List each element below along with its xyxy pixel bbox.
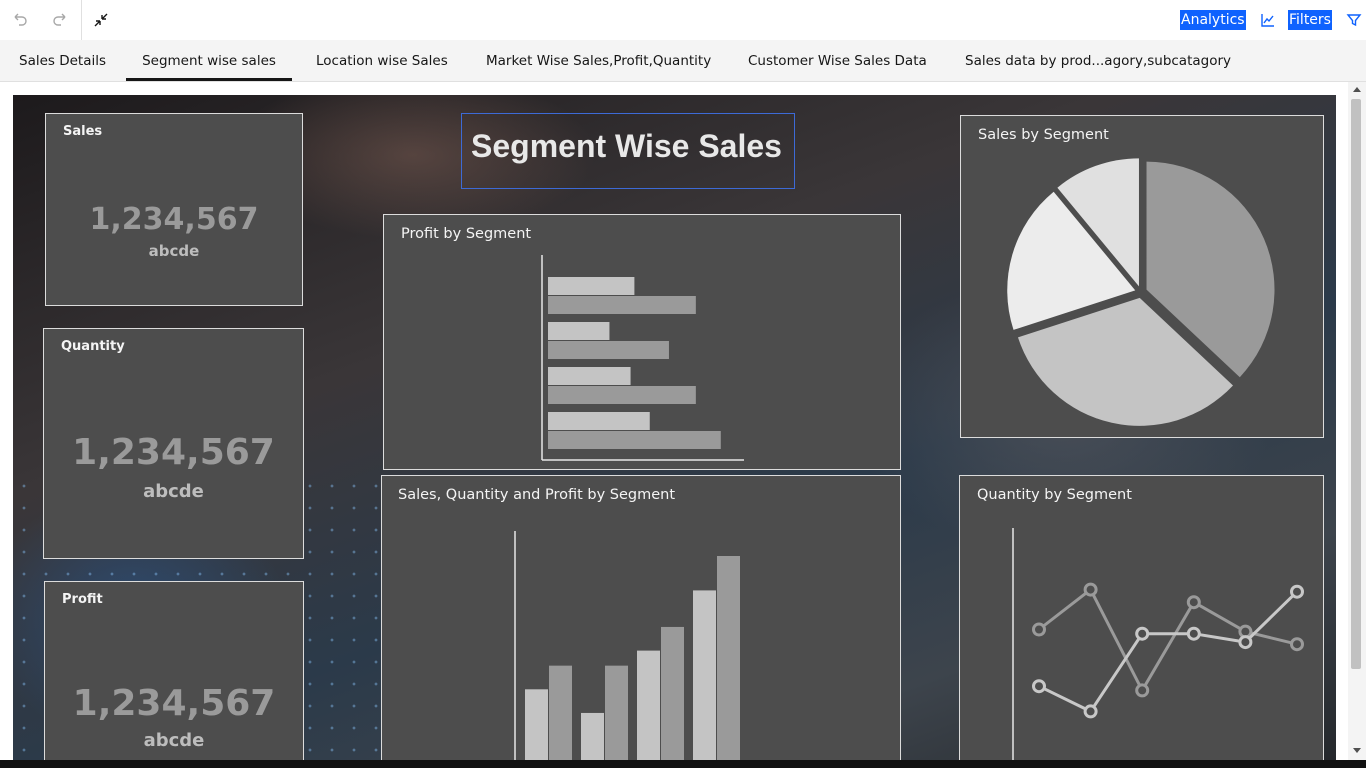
scroll-down-icon[interactable] xyxy=(1348,744,1366,758)
tab-sales-by-product[interactable]: Sales data by prod...agory,subcatagory xyxy=(946,40,1250,81)
bar xyxy=(661,626,684,760)
series-line xyxy=(1038,587,1298,694)
tab-label: Segment wise sales xyxy=(142,52,276,69)
bar xyxy=(548,412,650,430)
tab-label: Sales data by prod...agory,subcatagory xyxy=(965,52,1232,69)
chart-line-icon xyxy=(1260,14,1274,27)
kpi-sub: abcde xyxy=(148,242,200,260)
kpi-value: 1,234,567 xyxy=(89,202,259,237)
quantity-by-segment-chart[interactable]: Quantity by Segment xyxy=(959,475,1324,760)
analytics-button[interactable]: Analytics xyxy=(1180,10,1276,30)
bar xyxy=(605,665,628,760)
collapse-icon[interactable] xyxy=(89,8,113,32)
sales-by-segment-chart[interactable]: Sales by Segment xyxy=(960,115,1324,438)
kpi-sales-card[interactable]: Sales 1,234,567 abcde xyxy=(45,113,303,306)
tab-sales-details[interactable]: Sales Details xyxy=(0,40,125,81)
profit-bar-svg xyxy=(541,255,744,461)
data-point xyxy=(1186,626,1201,641)
bar xyxy=(525,689,548,760)
data-point xyxy=(1083,704,1098,719)
bar xyxy=(549,665,572,760)
bar xyxy=(548,367,631,385)
quantity-line-svg xyxy=(1012,528,1304,760)
data-point xyxy=(1186,595,1201,610)
bar xyxy=(548,296,696,314)
sales-pie-svg xyxy=(1007,158,1275,426)
dashboard-canvas: Sales 1,234,567 abcde Quantity 1,234,567… xyxy=(13,95,1336,760)
kpi-title: Quantity xyxy=(61,339,125,354)
page-title: Segment Wise Sales xyxy=(471,128,782,164)
bar xyxy=(548,277,635,295)
scroll-thumb[interactable] xyxy=(1351,99,1361,669)
scroll-up-icon[interactable] xyxy=(1348,82,1366,96)
bar xyxy=(693,590,716,760)
kpi-value: 1,234,567 xyxy=(72,683,276,724)
tab-label: Location wise Sales xyxy=(316,52,448,69)
top-toolbar: Analytics Filters xyxy=(0,0,1366,40)
kpi-sub: abcde xyxy=(143,730,205,751)
tab-market-wise-sales[interactable]: Market Wise Sales,Profit,Quantity xyxy=(467,40,730,81)
data-point xyxy=(1083,582,1098,597)
kpi-quantity-card[interactable]: Quantity 1,234,567 abcde xyxy=(43,328,304,559)
kpi-title: Profit xyxy=(62,592,103,607)
undo-icon[interactable] xyxy=(8,8,32,32)
tab-customer-wise-sales[interactable]: Customer Wise Sales Data xyxy=(729,40,946,81)
analytics-label: Analytics xyxy=(1180,10,1246,30)
bar xyxy=(548,431,721,449)
vertical-scrollbar[interactable] xyxy=(1348,82,1366,760)
data-point xyxy=(1290,584,1304,599)
bar xyxy=(637,650,660,760)
dashboard-title-box[interactable]: Segment Wise Sales xyxy=(461,113,795,189)
bottom-strip xyxy=(0,760,1366,768)
profit-by-segment-chart[interactable]: Profit by Segment xyxy=(383,214,901,470)
sqp-bar-svg xyxy=(514,531,740,760)
tab-location-wise-sales[interactable]: Location wise Sales xyxy=(297,40,467,81)
sales-quantity-profit-chart[interactable]: Sales, Quantity and Profit by Segment xyxy=(381,475,901,760)
series-line xyxy=(1038,590,1299,714)
redo-icon[interactable] xyxy=(48,8,72,32)
bar xyxy=(548,341,669,359)
tab-segment-wise-sales[interactable]: Segment wise sales xyxy=(126,40,292,81)
data-point xyxy=(1238,635,1253,650)
filters-label: Filters xyxy=(1288,10,1332,30)
data-point xyxy=(1135,626,1150,641)
data-point xyxy=(1290,637,1304,652)
data-point xyxy=(1135,683,1150,698)
data-point xyxy=(1032,679,1046,694)
bar xyxy=(717,556,740,760)
bar xyxy=(548,386,696,404)
tab-label: Market Wise Sales,Profit,Quantity xyxy=(486,52,712,69)
data-point xyxy=(1032,622,1046,637)
toolbar-separator xyxy=(81,0,82,40)
kpi-sub: abcde xyxy=(143,481,204,502)
bar xyxy=(548,322,610,340)
kpi-title: Sales xyxy=(63,124,103,139)
bar xyxy=(581,712,604,760)
filter-icon xyxy=(1346,14,1362,27)
tab-label: Sales Details xyxy=(19,52,107,69)
tab-label: Customer Wise Sales Data xyxy=(748,52,927,69)
kpi-profit-card[interactable]: Profit 1,234,567 abcde xyxy=(44,581,304,760)
tab-bar: Sales Details Segment wise sales Locatio… xyxy=(0,40,1366,82)
kpi-value: 1,234,567 xyxy=(72,432,275,473)
filters-button[interactable]: Filters xyxy=(1288,10,1362,30)
